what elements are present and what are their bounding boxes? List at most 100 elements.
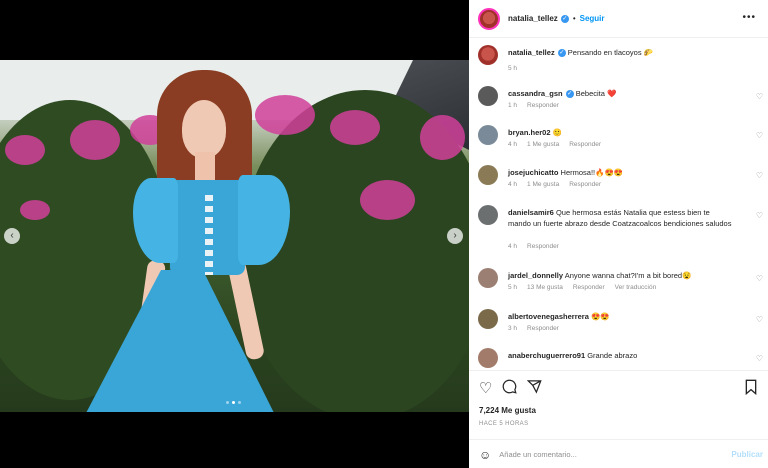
comment-likes[interactable]: 1 Me gusta [527, 141, 559, 148]
comment-username[interactable]: albertovenegasherrera [508, 312, 589, 321]
comment-time: 3 h [508, 325, 518, 332]
caption-meta: 5 h [508, 65, 527, 72]
header-separator: • [572, 14, 576, 23]
comment-time: 4 h [508, 181, 518, 188]
caption-text: natalia_tellez ✓ Pensando en tlacoyos 🌮 [508, 47, 733, 58]
verified-badge-icon: ✓ [560, 14, 569, 23]
comment-username[interactable]: anaberchuguerrero91 [508, 351, 585, 360]
comment-time: 5 h [508, 284, 518, 291]
comment-body: Grande abrazo [587, 351, 638, 360]
like-comment-icon[interactable]: ♡ [756, 171, 763, 180]
add-comment-bar: ☺ Publicar [469, 439, 768, 468]
next-photo-button[interactable]: › [447, 228, 463, 244]
like-comment-icon[interactable]: ♡ [756, 354, 763, 363]
comment-item: danielsamir6 Que hermosa estás Natalia q… [478, 205, 763, 255]
like-comment-icon[interactable]: ♡ [756, 92, 763, 101]
comment-username[interactable]: bryan.her02 [508, 128, 551, 137]
heart-outline-icon[interactable]: ♡ [479, 379, 492, 398]
comment-likes[interactable]: 1 Me gusta [527, 181, 559, 188]
verified-badge-icon: ✓ [557, 49, 566, 58]
commenter-avatar[interactable] [478, 205, 498, 225]
photo-flower [70, 120, 120, 160]
comment-username[interactable]: jardel_donnelly [508, 271, 563, 280]
comment-text: albertovenegasherrera 😍😍 [508, 311, 733, 322]
comment-body: 🙂 [552, 128, 562, 137]
comment-body: Anyone wanna chat?I'm a bit bored😧 [564, 271, 692, 280]
caption-body: Pensando en tlacoyos 🌮 [567, 48, 654, 57]
bookmark-icon[interactable] [744, 379, 758, 399]
carousel-dot [226, 401, 229, 404]
comment-username[interactable]: cassandra_gsn [508, 89, 563, 98]
dress-buttons [205, 195, 213, 275]
reply-button[interactable]: Responder [527, 102, 559, 109]
comment-item: jardel_donnelly Anyone wanna chat?I'm a … [478, 268, 763, 298]
carousel-dots [226, 401, 241, 404]
post-header: natalia_tellez ✓ • Seguir ••• [469, 0, 768, 38]
comment-likes[interactable]: 13 Me gusta [527, 284, 563, 291]
caption-time: 5 h [508, 65, 518, 72]
comment-bubble-icon[interactable] [502, 379, 518, 398]
comment-text: cassandra_gsn ✓ Bebecita ❤️ [508, 88, 733, 99]
like-comment-icon[interactable]: ♡ [756, 211, 763, 220]
comment-username[interactable]: josejuchicatto [508, 168, 558, 177]
comment-text: bryan.her02 🙂 [508, 127, 733, 138]
comment-meta: 1 h Responder [508, 102, 569, 109]
comment-meta: 4 h 1 Me gusta Responder [508, 141, 611, 148]
likes-count[interactable]: 7,224 Me gusta [479, 406, 536, 415]
more-options-icon[interactable]: ••• [742, 12, 756, 23]
reply-button[interactable]: Responder [527, 243, 559, 250]
author-avatar[interactable] [478, 7, 500, 30]
carousel-dot [238, 401, 241, 404]
comment-time: 4 h [508, 243, 518, 250]
follow-button[interactable]: Seguir [580, 14, 605, 23]
emoji-icon[interactable]: ☺ [479, 448, 491, 462]
verified-badge-icon: ✓ [565, 90, 574, 99]
comment-body: Bebecita ❤️ [575, 89, 617, 98]
like-comment-icon[interactable]: ♡ [756, 274, 763, 283]
commenter-avatar[interactable] [478, 348, 498, 368]
person-neck [195, 152, 215, 182]
photo-flower [360, 180, 415, 220]
comment-time: 1 h [508, 102, 518, 109]
photo-flower [5, 135, 45, 165]
commenter-avatar[interactable] [478, 165, 498, 185]
comment-username[interactable]: danielsamir6 [508, 208, 554, 217]
caption-username[interactable]: natalia_tellez [508, 48, 555, 57]
photo-flower [330, 110, 380, 145]
publish-button[interactable]: Publicar [731, 450, 763, 459]
commenter-avatar[interactable] [478, 268, 498, 288]
commenter-avatar[interactable] [478, 86, 498, 106]
comments-list[interactable]: natalia_tellez ✓ Pensando en tlacoyos 🌮 5… [469, 39, 768, 370]
comment-meta: 3 h Responder [508, 325, 569, 332]
previous-photo-button[interactable]: ‹ [4, 228, 20, 244]
comment-body: Hermosa!!🔥😍😍 [560, 168, 624, 177]
author-username[interactable]: natalia_tellez [508, 14, 558, 23]
comment-body: 😍😍 [590, 312, 610, 321]
carousel-dot-active [232, 401, 235, 404]
comment-item: albertovenegasherrera 😍😍 3 h Responder ♡ [478, 309, 763, 339]
photo-flower [420, 115, 465, 160]
reply-button[interactable]: Responder [569, 181, 601, 188]
commenter-avatar[interactable] [478, 309, 498, 329]
author-avatar[interactable] [478, 45, 498, 65]
post-side-panel: natalia_tellez ✓ • Seguir ••• natalia_te… [469, 0, 768, 468]
commenter-avatar[interactable] [478, 125, 498, 145]
post-media-area: ‹ › [0, 0, 469, 468]
comment-input[interactable] [499, 450, 720, 459]
comment-item: cassandra_gsn ✓ Bebecita ❤️ 1 h Responder … [478, 86, 763, 116]
comment-meta: 4 h 1 Me gusta Responder [508, 181, 611, 188]
translate-button[interactable]: Ver traducción [615, 284, 657, 291]
comment-text: josejuchicatto Hermosa!!🔥😍😍 [508, 167, 733, 178]
paper-plane-icon[interactable] [527, 379, 543, 398]
like-comment-icon[interactable]: ♡ [756, 131, 763, 140]
reply-button[interactable]: Responder [527, 325, 559, 332]
comment-time: 4 h [508, 141, 518, 148]
photo-flower [255, 95, 315, 135]
reply-button[interactable]: Responder [573, 284, 605, 291]
comment-text: jardel_donnelly Anyone wanna chat?I'm a … [508, 270, 733, 281]
action-icons: ♡ [479, 379, 543, 398]
like-comment-icon[interactable]: ♡ [756, 315, 763, 324]
post-time: HACE 5 HORAS [479, 421, 529, 427]
reply-button[interactable]: Responder [569, 141, 601, 148]
post-actions: ♡ 7,224 Me gusta HACE 5 HORAS ☺ Publicar [469, 370, 768, 468]
